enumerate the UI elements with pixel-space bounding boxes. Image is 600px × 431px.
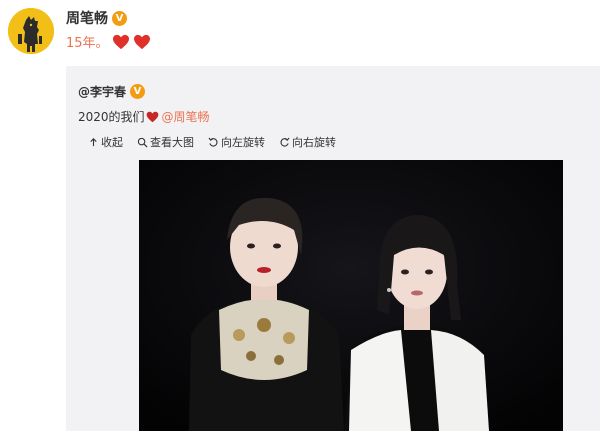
repost-author[interactable]: @李宇春 V [78, 83, 146, 100]
rotate-left-label: 向左旋转 [221, 136, 265, 149]
rotate-left-icon [208, 137, 218, 147]
avatar-illustration [8, 8, 54, 54]
collapse-icon [90, 137, 97, 146]
heart-icon [133, 34, 150, 49]
rotate-right-label: 向右旋转 [292, 136, 336, 149]
image-toolbar: 收起 查看大图 向左旋转 向右旋转 [88, 134, 336, 150]
verified-badge-icon: V [130, 84, 146, 99]
post-photo[interactable] [139, 160, 563, 431]
photo-image [139, 160, 563, 431]
post-author-name[interactable]: 周笔畅 [66, 8, 108, 28]
heart-icon [146, 111, 158, 122]
rotate-right-icon [280, 137, 290, 147]
avatar[interactable] [8, 8, 54, 54]
post-text: 15年。 [66, 32, 151, 51]
rotate-left-button[interactable]: 向左旋转 [208, 134, 265, 150]
heart-icon [112, 34, 129, 49]
repost-text-content: 2020的我们 [78, 110, 145, 124]
repost-card: @李宇春 V 2020的我们 @周笔畅 收起 查看大图 向左旋转 向右旋转 [66, 66, 600, 431]
post-author[interactable]: 周笔畅 V [66, 8, 127, 28]
verified-badge-icon: V [112, 10, 127, 26]
mention-link[interactable]: @周笔畅 [162, 108, 210, 125]
view-large-button[interactable]: 查看大图 [137, 134, 194, 150]
collapse-button[interactable]: 收起 [88, 134, 123, 150]
rotate-right-button[interactable]: 向右旋转 [279, 134, 336, 150]
view-large-label: 查看大图 [150, 136, 194, 149]
zoom-icon [137, 137, 148, 148]
repost-author-name[interactable]: @李宇春 [78, 83, 126, 100]
post-text-content: 15年。 [66, 36, 109, 51]
collapse-label: 收起 [101, 136, 123, 149]
repost-text: 2020的我们 @周笔畅 [78, 108, 210, 125]
